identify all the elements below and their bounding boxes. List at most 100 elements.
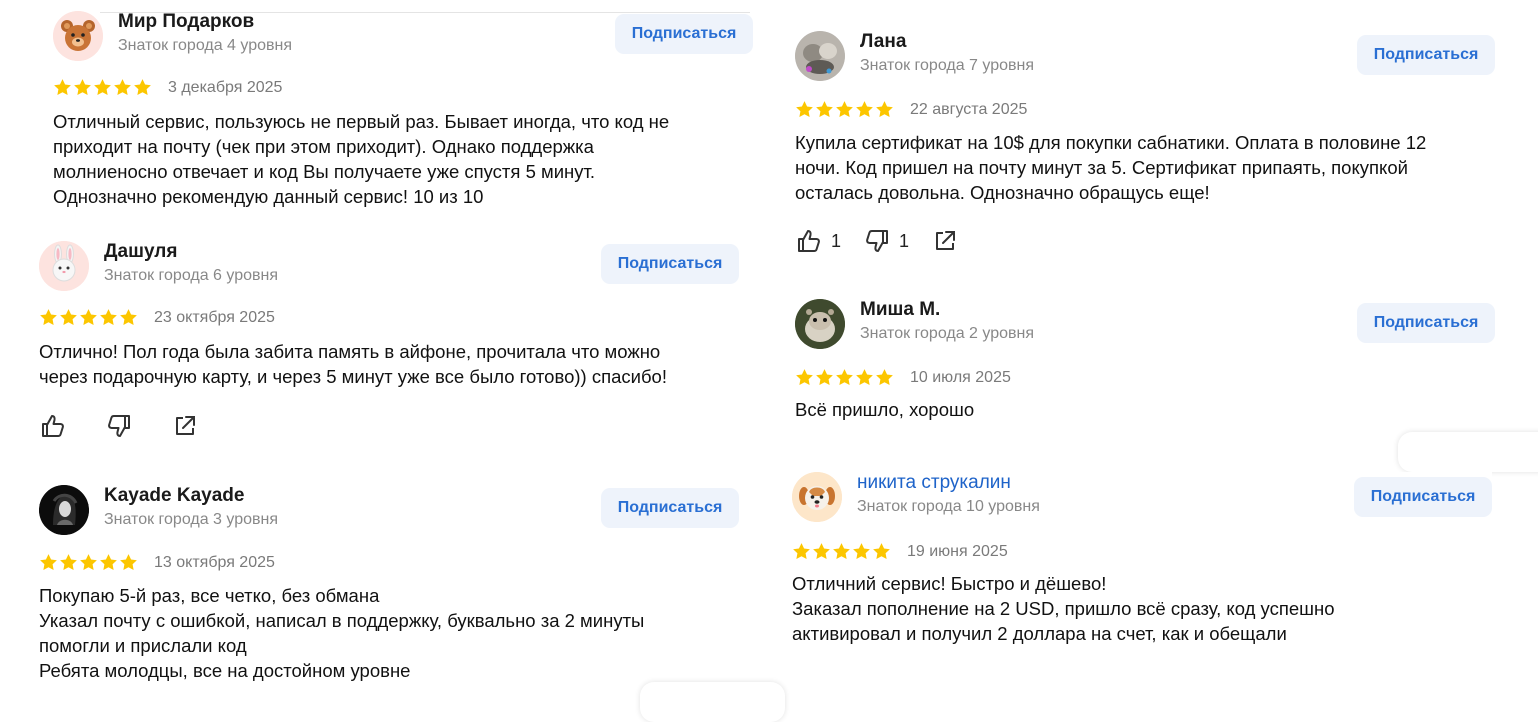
dislike-button[interactable] xyxy=(105,412,141,440)
dark-portrait-avatar xyxy=(39,485,89,535)
avatar[interactable] xyxy=(792,472,842,522)
review-actions xyxy=(39,412,219,440)
review-text-line: через подарочную карту, и через 5 минут … xyxy=(39,366,667,387)
rating: 19 июня 2025 xyxy=(792,542,1008,561)
star-icon xyxy=(876,369,893,386)
avatar[interactable] xyxy=(795,31,845,81)
author-level: Знаток города 6 уровня xyxy=(104,267,279,284)
star-icon xyxy=(40,554,57,571)
review-text-line: помогли и прислали код xyxy=(39,635,247,656)
author-name[interactable]: никита струкалин xyxy=(857,472,1011,494)
review-text: Покупаю 5-й раз, все четко, без обмана Ук… xyxy=(39,583,644,683)
subscribe-button[interactable]: Подписаться xyxy=(601,488,739,528)
subscribe-button[interactable]: Подписаться xyxy=(1357,303,1495,343)
star-rating xyxy=(795,100,895,119)
card-shadow-edge xyxy=(640,682,785,722)
star-icon xyxy=(856,101,873,118)
star-icon xyxy=(114,79,131,96)
like-button[interactable]: 1 xyxy=(795,227,841,255)
review-text-line: Однозначно рекомендую данный сервис! 10 … xyxy=(53,186,484,207)
avatar[interactable] xyxy=(39,485,89,535)
review-card: Лана Знаток города 7 уровня Подписаться … xyxy=(795,31,1495,271)
review-date: 19 июня 2025 xyxy=(907,542,1008,560)
avatar[interactable] xyxy=(53,11,103,61)
star-icon xyxy=(74,79,91,96)
review-text-line: ночи. Код пришел на почту минут за 5. Се… xyxy=(795,157,1408,178)
review-text: Всё пришло, хорошо xyxy=(795,397,974,422)
dislike-button[interactable]: 1 xyxy=(863,227,909,255)
share-icon xyxy=(176,416,195,435)
star-icon xyxy=(60,309,77,326)
review-text-line: Заказал пополнение на 2 USD, пришло всё … xyxy=(792,598,1335,619)
review-date: 13 октября 2025 xyxy=(154,553,275,571)
author-name[interactable]: Миша М. xyxy=(860,299,940,321)
subscribe-button[interactable]: Подписаться xyxy=(601,244,739,284)
star-rating xyxy=(53,78,153,97)
review-actions: 1 1 xyxy=(795,227,979,255)
star-icon xyxy=(120,309,137,326)
avatar[interactable] xyxy=(39,241,89,291)
author-name[interactable]: Дашуля xyxy=(104,241,177,263)
review-text-line: Отлично! Пол года была забита память в а… xyxy=(39,341,661,362)
review-date: 10 июля 2025 xyxy=(910,368,1011,386)
author-level: Знаток города 2 уровня xyxy=(860,325,1035,342)
star-icon xyxy=(793,543,810,560)
review-text-line: Отличный сервис, пользуюсь не первый раз… xyxy=(53,111,670,132)
card-shadow-edge xyxy=(1398,432,1538,472)
review-card: Мир Подарков Знаток города 4 уровня Подп… xyxy=(53,11,753,211)
photo-avatar xyxy=(795,31,845,81)
review-text: Купила сертификат на 10$ для покупки саб… xyxy=(795,130,1426,205)
author-name[interactable]: Мир Подарков xyxy=(118,11,254,33)
star-icon xyxy=(796,369,813,386)
review-text-line: Отличний сервис! Быстро и дёшево! xyxy=(792,573,1107,594)
like-button[interactable] xyxy=(39,412,75,440)
rating: 22 августа 2025 xyxy=(795,100,1027,119)
bunny-emoji-icon xyxy=(39,241,89,291)
share-button[interactable] xyxy=(171,412,199,440)
review-text-line: молниеносно отвечает и код Вы получаете … xyxy=(53,161,596,182)
star-rating xyxy=(39,553,139,572)
review-text-line: Указал почту с ошибкой, написал в поддер… xyxy=(39,610,645,631)
review-text: Отличний сервис! Быстро и дёшево! Заказал… xyxy=(792,571,1335,646)
share-icon xyxy=(936,231,956,250)
like-count: 1 xyxy=(831,230,842,251)
dislike-count: 1 xyxy=(899,230,910,251)
author-level: Знаток города 7 уровня xyxy=(860,57,1035,74)
subscribe-button[interactable]: Подписаться xyxy=(615,14,753,54)
review-text-line: Всё пришло, хорошо xyxy=(795,399,975,420)
author-name[interactable]: Kayade Kayade xyxy=(104,485,244,507)
star-icon xyxy=(813,543,830,560)
star-icon xyxy=(80,309,97,326)
thumbs-down-icon xyxy=(108,415,130,437)
avatar[interactable] xyxy=(795,299,845,349)
author-level: Знаток города 4 уровня xyxy=(118,37,293,54)
review-card: Миша М. Знаток города 2 уровня Подписать… xyxy=(795,299,1495,429)
bear-emoji-icon xyxy=(53,11,103,61)
star-rating xyxy=(795,368,895,387)
review-text: Отличный сервис, пользуюсь не первый раз… xyxy=(53,109,669,209)
subscribe-button[interactable]: Подписаться xyxy=(1357,35,1495,75)
review-text-line: Ребята молодцы, все на достойном уровне xyxy=(39,660,411,681)
star-icon xyxy=(100,309,117,326)
review-date: 22 августа 2025 xyxy=(910,100,1028,118)
star-icon xyxy=(60,554,77,571)
author-level: Знаток города 3 уровня xyxy=(104,511,279,528)
share-button[interactable] xyxy=(931,227,959,255)
star-icon xyxy=(856,369,873,386)
star-icon xyxy=(836,101,853,118)
rating: 3 декабря 2025 xyxy=(53,78,282,97)
star-icon xyxy=(833,543,850,560)
review-date: 3 декабря 2025 xyxy=(168,78,283,96)
subscribe-button[interactable]: Подписаться xyxy=(1354,477,1492,517)
dog-emoji-icon xyxy=(792,472,842,522)
review-date: 23 октября 2025 xyxy=(154,308,275,326)
star-icon xyxy=(853,543,870,560)
hamster-photo-avatar xyxy=(795,299,845,349)
star-rating xyxy=(39,308,139,327)
rating: 13 октября 2025 xyxy=(39,553,275,572)
star-icon xyxy=(873,543,890,560)
author-name[interactable]: Лана xyxy=(860,31,906,53)
thumbs-down-icon xyxy=(866,230,889,252)
review-text-line: Купила сертификат на 10$ для покупки саб… xyxy=(795,132,1427,153)
rating: 10 июля 2025 xyxy=(795,368,1011,387)
